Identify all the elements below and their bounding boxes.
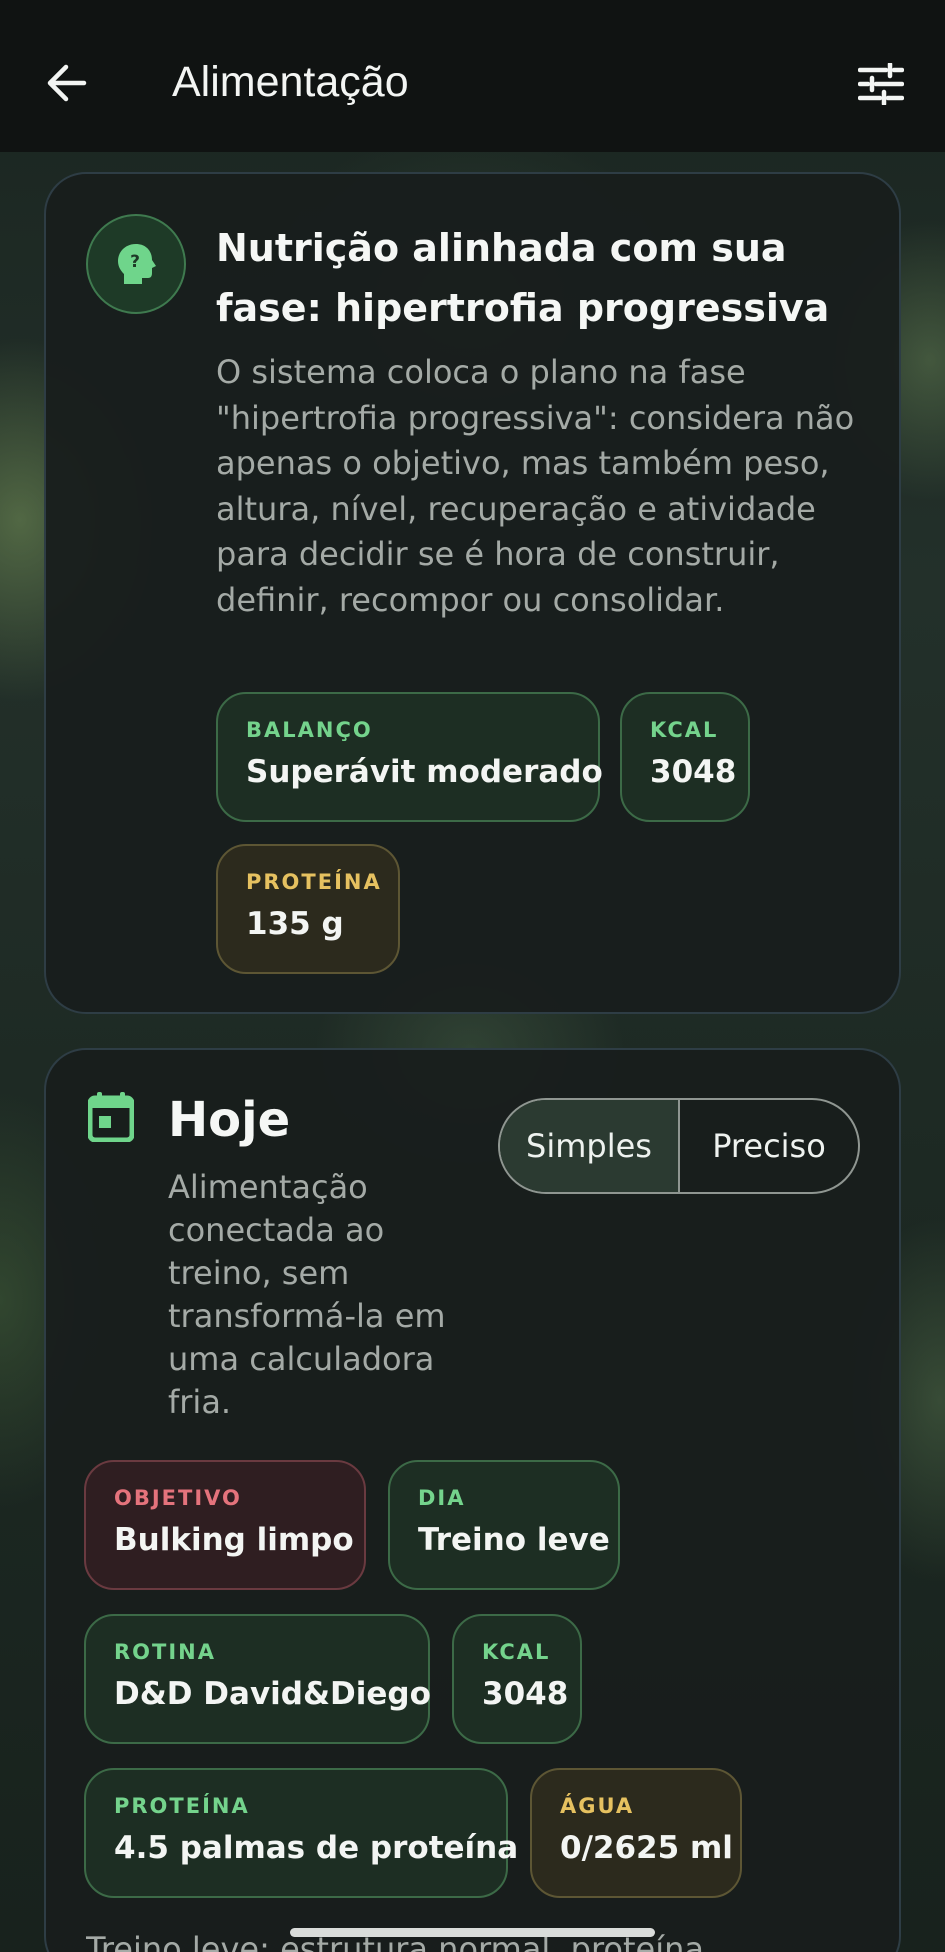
today-description: Alimentação conectada ao treino, sem tra… [168, 1168, 446, 1421]
protein-chip: PROTEÍNA 135 g [216, 844, 400, 974]
app-header: Alimentação [0, 0, 945, 152]
sliders-icon [858, 63, 904, 105]
chip-label: PROTEÍNA [114, 1794, 250, 1818]
chip-label: ROTINA [114, 1640, 216, 1664]
chip-label: KCAL [482, 1640, 551, 1664]
help-head-icon: ? [86, 214, 186, 314]
svg-text:?: ? [130, 252, 140, 272]
mode-simple-button[interactable]: Simples [500, 1100, 680, 1192]
today-card: Hoje Alimentação conectada ao treino, se… [44, 1048, 901, 1952]
page-title: Alimentação [172, 58, 409, 106]
back-button[interactable] [38, 55, 94, 111]
chip-value: 3048 [482, 1676, 569, 1712]
chip-value: Bulking limpo [114, 1522, 354, 1558]
calendar-icon [88, 1092, 134, 1142]
kcal-chip: KCAL 3048 [452, 1614, 582, 1744]
chip-value: Treino leve [418, 1522, 610, 1558]
goal-chip: OBJETIVO Bulking limpo [84, 1460, 366, 1590]
chip-value: 3048 [650, 754, 737, 790]
chip-label: DIA [418, 1486, 466, 1510]
mode-precise-button[interactable]: Preciso [680, 1100, 858, 1192]
water-chip: ÁGUA 0/2625 ml [530, 1768, 742, 1898]
chip-label: BALANÇO [246, 718, 373, 742]
phase-card-title: Nutrição alinhada com sua fase: hipertro… [216, 226, 830, 330]
chip-label: OBJETIVO [114, 1486, 242, 1510]
chip-value: 4.5 palmas de proteína [114, 1830, 519, 1866]
chip-label: PROTEÍNA [246, 870, 382, 894]
balance-chip: BALANÇO Superávit moderado [216, 692, 603, 822]
protein-chip: PROTEÍNA 4.5 palmas de proteína [84, 1768, 519, 1898]
phase-card-description: O sistema coloca o plano na fase "hipert… [216, 353, 855, 619]
chip-value: 135 g [246, 906, 344, 942]
chip-label: ÁGUA [560, 1794, 635, 1818]
kcal-chip: KCAL 3048 [620, 692, 750, 822]
home-indicator[interactable] [290, 1928, 655, 1937]
routine-chip: ROTINA D&D David&Diego [84, 1614, 431, 1744]
arrow-left-icon [47, 64, 87, 102]
today-title: Hoje [168, 1092, 291, 1148]
chip-value: 0/2625 ml [560, 1830, 733, 1866]
filter-button[interactable] [853, 56, 909, 112]
mode-toggle: Simples Preciso [498, 1098, 860, 1194]
day-chip: DIA Treino leve [388, 1460, 620, 1590]
chip-value: Superávit moderado [246, 754, 603, 790]
phase-card: ? Nutrição alinhada com sua fase: hipert… [44, 172, 901, 1014]
chip-label: KCAL [650, 718, 719, 742]
chip-value: D&D David&Diego [114, 1676, 431, 1712]
